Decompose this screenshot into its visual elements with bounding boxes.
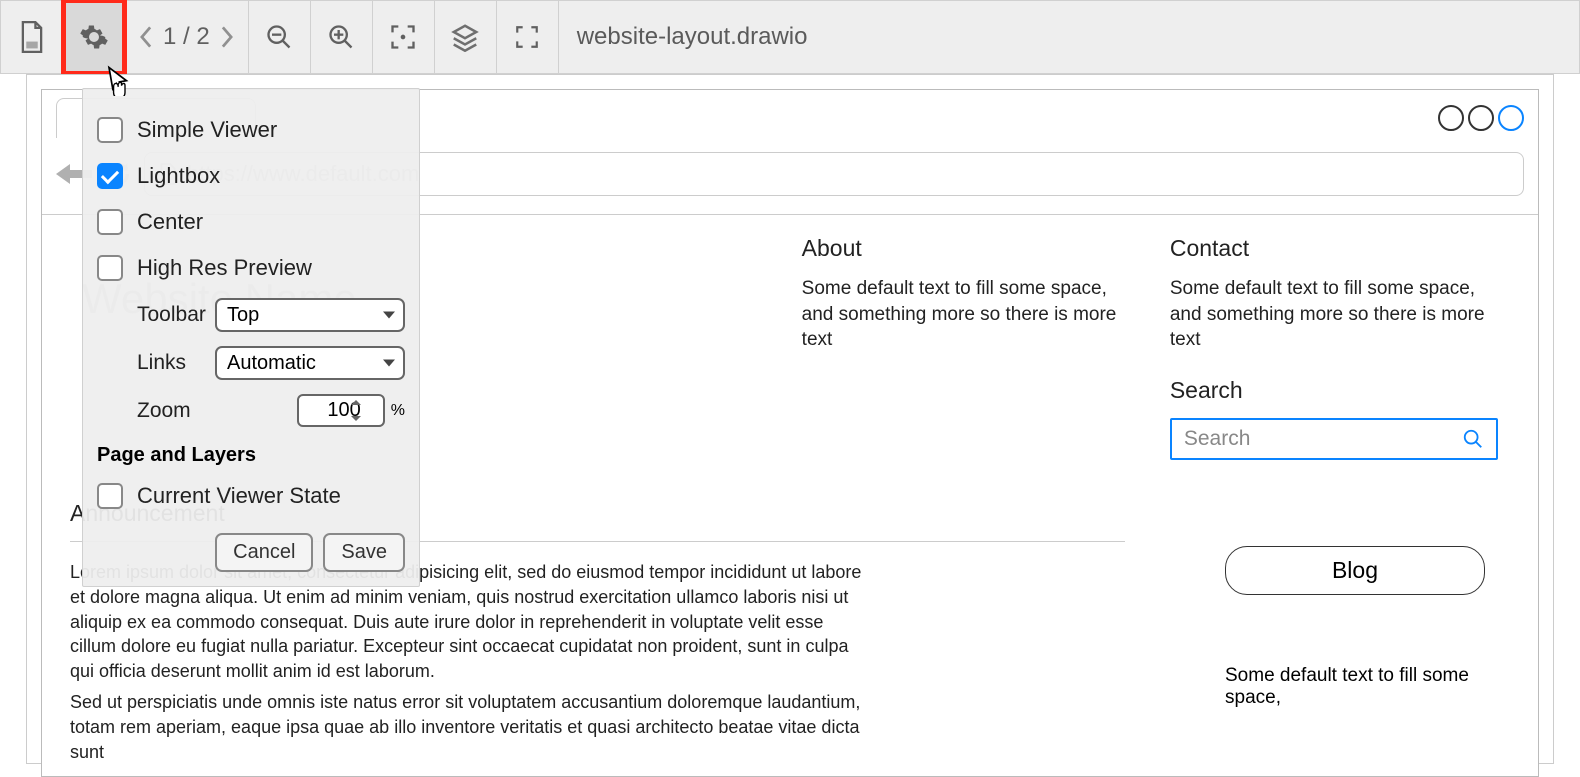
- about-title: About: [802, 235, 1130, 262]
- contact-body: Some default text to fill some space, an…: [1170, 276, 1498, 353]
- high-res-label: High Res Preview: [137, 255, 312, 281]
- filename-label: website-layout.drawio: [559, 23, 826, 51]
- center-option[interactable]: Center: [97, 199, 405, 245]
- new-document-button[interactable]: [1, 0, 63, 74]
- links-option-label: Links: [137, 351, 186, 375]
- prev-page-icon[interactable]: [139, 26, 153, 48]
- page-layers-heading: Page and Layers: [97, 434, 405, 473]
- blog-button: Blog: [1225, 546, 1485, 595]
- search-icon: [1462, 428, 1484, 450]
- zoom-in-button[interactable]: [311, 0, 373, 74]
- save-button[interactable]: Save: [323, 533, 405, 572]
- settings-menu: Simple Viewer Lightbox Center High Res P…: [82, 88, 420, 587]
- zoom-suffix: %: [391, 402, 405, 420]
- layers-button[interactable]: [435, 0, 497, 74]
- checkbox-icon[interactable]: [97, 163, 123, 189]
- cancel-button[interactable]: Cancel: [215, 533, 313, 572]
- zoom-option-label: Zoom: [137, 399, 191, 423]
- page-navigator: 1 / 2: [125, 0, 249, 74]
- toolbar-select[interactable]: Top: [215, 298, 405, 332]
- search-box: Search: [1170, 418, 1498, 460]
- next-page-icon[interactable]: [220, 26, 234, 48]
- search-title: Search: [1170, 377, 1498, 404]
- checkbox-icon[interactable]: [97, 255, 123, 281]
- links-select[interactable]: Automatic: [215, 346, 405, 380]
- window-controls: [1438, 105, 1524, 131]
- checkbox-icon[interactable]: [97, 483, 123, 509]
- toolbar-option-label: Toolbar: [137, 303, 206, 327]
- lightbox-option[interactable]: Lightbox: [97, 153, 405, 199]
- fit-page-button[interactable]: [373, 0, 435, 74]
- window-circle-icon: [1468, 105, 1494, 131]
- lightbox-label: Lightbox: [137, 163, 220, 189]
- center-label: Center: [137, 209, 203, 235]
- lorem-paragraph-2: Sed ut perspiciatis unde omnis iste natu…: [70, 690, 870, 764]
- window-circle-icon: [1438, 105, 1464, 131]
- simple-viewer-option[interactable]: Simple Viewer: [97, 107, 405, 153]
- current-viewer-state-option[interactable]: Current Viewer State: [97, 473, 405, 519]
- window-circle-icon: [1498, 105, 1524, 131]
- search-placeholder: Search: [1184, 427, 1251, 451]
- checkbox-icon[interactable]: [97, 209, 123, 235]
- toolbar: 1 / 2 website-layout.drawio: [0, 0, 1580, 74]
- settings-button[interactable]: [63, 0, 125, 74]
- current-viewer-state-label: Current Viewer State: [137, 483, 341, 509]
- zoom-out-button[interactable]: [249, 0, 311, 74]
- fullscreen-button[interactable]: [497, 0, 559, 74]
- blog-text: Some default text to fill some space,: [1225, 665, 1498, 709]
- zoom-input[interactable]: [297, 394, 385, 427]
- about-body: Some default text to fill some space, an…: [802, 276, 1130, 353]
- checkbox-icon[interactable]: [97, 117, 123, 143]
- page-indicator: 1 / 2: [163, 23, 210, 51]
- contact-title: Contact: [1170, 235, 1498, 262]
- simple-viewer-label: Simple Viewer: [137, 117, 277, 143]
- high-res-option[interactable]: High Res Preview: [97, 245, 405, 291]
